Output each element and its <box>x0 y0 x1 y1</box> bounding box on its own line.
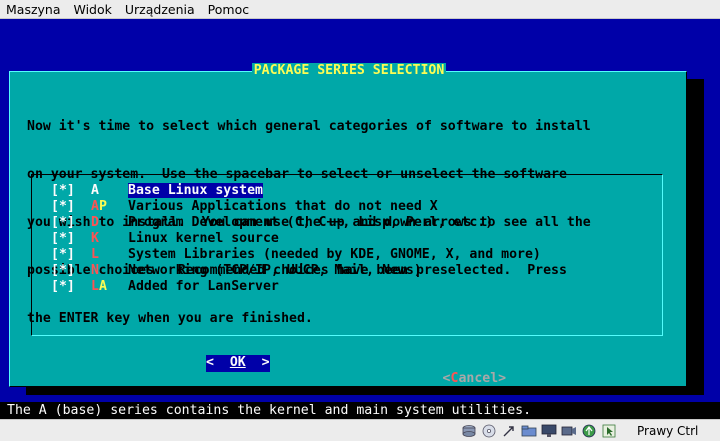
checklist-item-a[interactable]: [*] A Base Linux system <box>51 183 263 199</box>
cancel-bracket-right: > <box>498 371 507 386</box>
series-description: Program Development (C, C++, Lisp, Perl,… <box>128 215 494 230</box>
series-key: K <box>91 231 99 246</box>
series-key: A <box>91 183 99 198</box>
series-description: System Libraries (needed by KDE, GNOME, … <box>128 247 541 262</box>
package-series-dialog: PACKAGE SERIES SELECTION Now it's time t… <box>9 63 688 387</box>
series-description: Networking (TCP/IP, UUCP, Mail, News) <box>128 263 422 278</box>
series-description: Various Applications that do not need X <box>128 199 438 214</box>
checklist-item-l[interactable]: [*] L System Libraries (needed by KDE, G… <box>51 247 541 263</box>
cancel-label: ancel <box>458 371 499 386</box>
network-icon[interactable] <box>580 423 598 439</box>
checklist-item-n[interactable]: [*] N Networking (TCP/IP, UUCP, Mail, Ne… <box>51 263 422 279</box>
vbox-menubar: Maszyna Widok Urządzenia Pomoc <box>0 0 720 19</box>
ok-bracket-right: > <box>261 355 270 370</box>
checklist-item-k[interactable]: [*] K Linux kernel source <box>51 231 279 247</box>
checkbox[interactable]: [*] <box>51 199 91 215</box>
checkbox[interactable]: [*] <box>51 183 91 199</box>
series-description: Base Linux system <box>128 183 263 198</box>
ok-button[interactable]: < OK > <box>206 355 270 372</box>
cancel-button[interactable]: <Cancel> <box>379 355 507 386</box>
dialog-title: PACKAGE SERIES SELECTION <box>251 63 447 78</box>
display-icon[interactable] <box>540 423 558 439</box>
optical-drive-icon[interactable] <box>480 423 498 439</box>
hint-text: The A (base) series contains the kernel … <box>7 403 532 418</box>
menu-view[interactable]: Widok <box>68 0 119 19</box>
series-key: N <box>91 263 99 278</box>
checkbox[interactable]: [*] <box>51 215 91 231</box>
checklist-item-ap[interactable]: [*] AP Various Applications that do not … <box>51 199 438 215</box>
menu-help[interactable]: Pomoc <box>202 0 256 19</box>
checkbox[interactable]: [*] <box>51 247 91 263</box>
dialog-shadow-bottom <box>26 387 704 395</box>
guest-screen: PACKAGE SERIES SELECTION Now it's time t… <box>0 19 720 400</box>
dialog-buttons: < OK > <Cancel> <box>10 355 688 386</box>
series-description: Linux kernel source <box>128 231 279 246</box>
hint-status-line: The A (base) series contains the kernel … <box>0 402 720 419</box>
checklist-item-la[interactable]: [*] LA Added for LanServer <box>51 279 279 295</box>
vbox-statusbar: Prawy Ctrl <box>0 419 720 441</box>
menu-devices[interactable]: Urządzenia <box>119 0 202 19</box>
series-description: Added for LanServer <box>128 279 279 294</box>
checkbox[interactable]: [*] <box>51 279 91 295</box>
ok-label: OK <box>229 355 246 370</box>
series-key: D <box>91 215 99 230</box>
mouse-integration-icon[interactable] <box>600 423 618 439</box>
series-key: LA <box>91 279 107 294</box>
dialog-shadow-right <box>687 79 704 395</box>
series-key: AP <box>91 199 107 214</box>
checklist-item-d[interactable]: [*] D Program Development (C, C++, Lisp,… <box>51 215 493 231</box>
series-key: L <box>91 247 99 262</box>
instructions-line: Now it's time to select which general ca… <box>27 119 591 134</box>
checkbox[interactable]: [*] <box>51 263 91 279</box>
video-capture-icon[interactable] <box>560 423 578 439</box>
shared-folder-icon[interactable] <box>520 423 538 439</box>
host-key-label: Prawy Ctrl <box>637 424 699 438</box>
ok-bracket-left: < <box>206 355 214 370</box>
checkbox[interactable]: [*] <box>51 231 91 247</box>
usb-icon[interactable] <box>500 423 518 439</box>
hard-disk-icon[interactable] <box>460 423 478 439</box>
menu-machine[interactable]: Maszyna <box>0 0 68 19</box>
